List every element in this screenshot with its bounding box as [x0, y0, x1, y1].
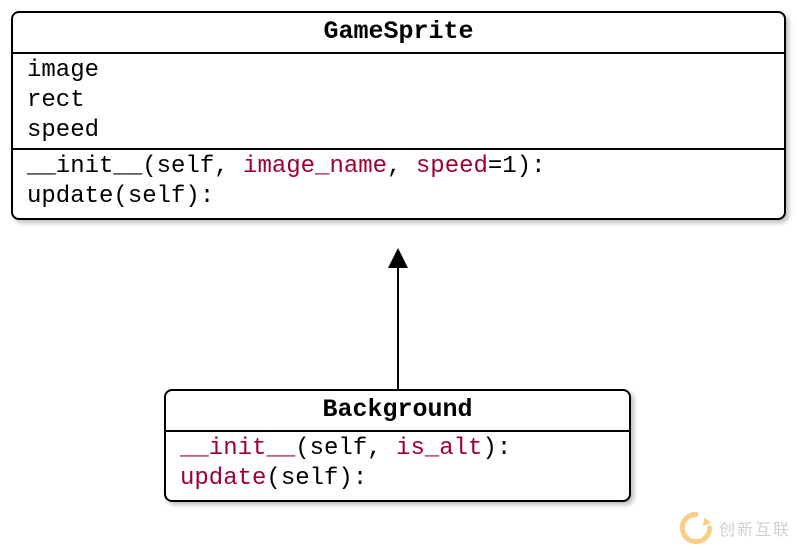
method-name: __init__	[27, 153, 142, 180]
method-update: update(self):	[27, 182, 774, 212]
param-image-name: image_name	[243, 153, 387, 180]
uml-class-gamesprite: GameSprite image rect speed __init__(sel…	[11, 11, 786, 220]
class-attributes: image rect speed	[13, 54, 784, 150]
method-tail: =1):	[488, 153, 546, 180]
attr-speed: speed	[27, 116, 774, 146]
method-name: __init__	[180, 435, 295, 462]
method-open: (self,	[295, 435, 396, 462]
class-name: Background	[166, 391, 629, 432]
class-name: GameSprite	[13, 13, 784, 54]
class-methods: __init__(self, is_alt): update(self):	[166, 432, 629, 500]
attr-rect: rect	[27, 86, 774, 116]
watermark-logo-icon	[679, 511, 713, 545]
watermark-text: 创新互联	[719, 516, 791, 540]
method-update: update(self):	[180, 464, 619, 494]
method-name: update	[180, 465, 266, 492]
method-tail: ):	[482, 435, 511, 462]
watermark: 创新互联	[679, 511, 791, 545]
method-init: __init__(self, is_alt):	[180, 434, 619, 464]
method-tail: (self):	[266, 465, 367, 492]
attr-image: image	[27, 56, 774, 86]
param-is-alt: is_alt	[396, 435, 482, 462]
uml-class-background: Background __init__(self, is_alt): updat…	[164, 389, 631, 502]
class-methods: __init__(self, image_name, speed=1): upd…	[13, 150, 784, 218]
method-init: __init__(self, image_name, speed=1):	[27, 152, 774, 182]
param-speed: speed	[416, 153, 488, 180]
method-open: (self,	[142, 153, 243, 180]
method-sep: ,	[387, 153, 416, 180]
